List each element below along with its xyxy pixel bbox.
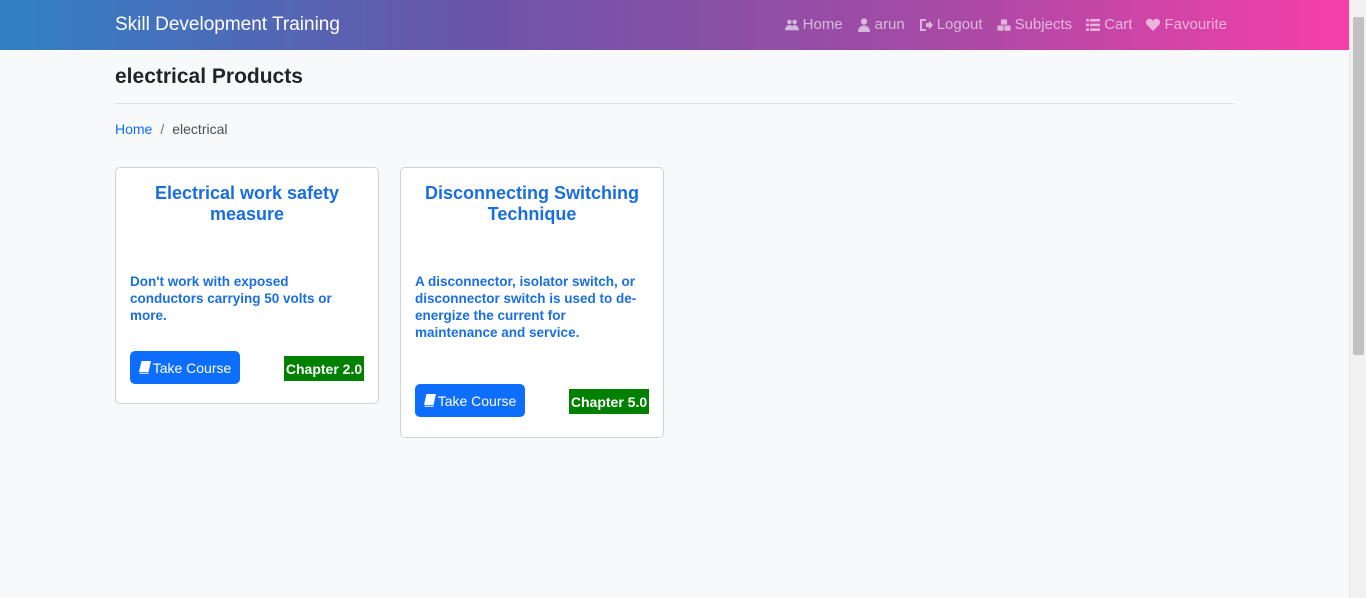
course-card-title: Electrical work safety measure [154,183,340,224]
list-icon [1086,18,1101,31]
nav-home-label: Home [802,16,843,33]
course-card-title: Disconnecting Switching Technique [424,183,639,224]
users-icon [784,19,799,30]
course-card-description: A disconnector, isolator switch, or disc… [415,274,637,340]
nav-logout-link[interactable]: Logout [919,16,983,33]
breadcrumb: Home / electrical [115,121,228,137]
nav-logout-label: Logout [936,16,983,33]
take-course-button[interactable]: Take Course [130,351,240,384]
cubes-icon [997,18,1011,31]
chapter-badge: Chapter 5.0 [569,389,649,414]
nav-favourite-link[interactable]: Favourite [1146,16,1227,33]
title-divider [115,103,1234,104]
vertical-scrollbar[interactable] [1349,0,1366,598]
book-icon [423,394,436,407]
scrollbar-thumb[interactable] [1353,17,1364,355]
nav-subjects-link[interactable]: Subjects [997,16,1073,33]
nav-links: Home arun Logout Subjects Cart Favourite [784,16,1227,33]
nav-user-link[interactable]: arun [857,16,905,33]
page-title: electrical Products [115,65,303,88]
take-course-label: Take Course [437,392,517,409]
nav-home-link[interactable]: Home [784,16,843,33]
nav-cart-label: Cart [1104,16,1133,33]
nav-favourite-label: Favourite [1164,16,1227,33]
course-card-description: Don't work with exposed conductors carry… [130,274,332,323]
brand-link[interactable]: Skill Development Training [115,14,340,36]
sign-out-icon [919,18,933,31]
take-course-label: Take Course [152,359,232,376]
chapter-badge: Chapter 2.0 [284,356,364,381]
breadcrumb-separator: / [160,121,165,137]
user-icon [857,17,870,32]
breadcrumb-current: electrical [172,121,228,137]
nav-cart-link[interactable]: Cart [1086,16,1132,33]
book-icon [138,361,151,374]
course-card: Electrical work safety measure Don't wor… [115,167,379,404]
course-card: Disconnecting Switching Technique A disc… [400,167,664,438]
take-course-button[interactable]: Take Course [415,384,525,417]
heart-icon [1146,18,1161,31]
breadcrumb-home-link[interactable]: Home [115,121,152,137]
nav-subjects-label: Subjects [1014,16,1073,33]
nav-user-label: arun [874,16,905,33]
top-navbar: Skill Development Training Home arun Log… [0,0,1349,50]
